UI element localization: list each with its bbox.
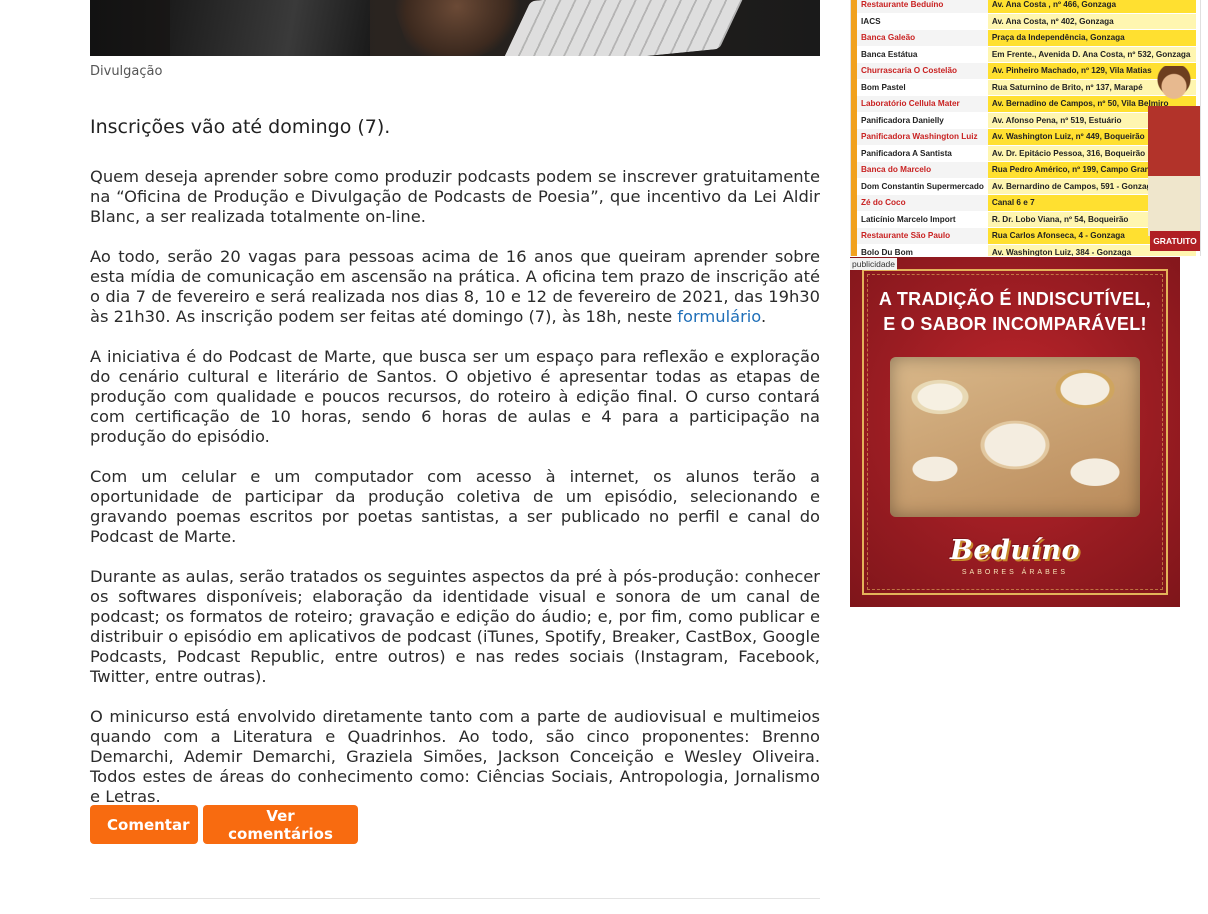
store-address: Praça da Independência, Gonzaga <box>987 29 1196 47</box>
ad-headline-line-2: E O SABOR INCOMPARÁVEL! <box>883 314 1147 334</box>
ad-headline: A TRADIÇÃO É INDISCUTÍVEL, E O SABOR INC… <box>850 287 1180 337</box>
hero-sleeve-shape <box>170 0 370 56</box>
beduino-logo-tagline: SABORES ÁRABES <box>961 569 1069 576</box>
store-name: Laboratório Cellula Mater <box>857 95 988 113</box>
store-list-table: Restaurante Beduíno Av. Ana Costa , nº 46… <box>857 0 1196 256</box>
ad-headline-line-1: A TRADIÇÃO É INDISCUTÍVEL, <box>878 289 1152 309</box>
store-name: Banca Estátua <box>857 46 988 63</box>
store-row: Panificadora Washington Luiz Av. Washingt… <box>857 128 1196 146</box>
store-name: Laticínio Marcelo Import <box>857 211 988 228</box>
article-paragraph: Com um celular e um computador com acess… <box>90 467 820 546</box>
store-name: Bom Pastel <box>857 79 988 96</box>
store-name: Dom Constantin Supermercado <box>857 178 988 195</box>
section-divider <box>90 898 820 899</box>
store-name: Zé do Coco <box>857 194 988 212</box>
food-platter-image <box>890 357 1140 517</box>
article-paragraph: A iniciativa é do Podcast de Marte, que … <box>90 347 820 446</box>
store-row: IACS Av. Ana Costa, nº 402, Gonzaga <box>857 13 1196 30</box>
store-row: Bolo Du Bom Av. Washington Luiz, 384 - Go… <box>857 244 1196 256</box>
store-name: Bolo Du Bom <box>857 244 988 256</box>
free-badge: GRATUITO <box>1150 231 1200 251</box>
store-row: Banca do Marcelo Rua Pedro Américo, nº 19… <box>857 161 1196 179</box>
image-caption: Divulgação <box>90 64 163 79</box>
beduino-ad[interactable]: A TRADIÇÃO É INDISCUTÍVEL, E O SABOR INC… <box>850 257 1180 607</box>
form-link[interactable]: formulário <box>677 307 761 326</box>
store-address: Em Frente., Avenida D. Ana Costa, nº 532… <box>987 46 1196 63</box>
article-body: Quem deseja aprender sobre como produzir… <box>90 167 820 827</box>
store-row: Panificadora A Santista Av. Dr. Epitácio … <box>857 145 1196 162</box>
store-row: Dom Constantin Supermercado Av. Bernardin… <box>857 178 1196 195</box>
store-row: Banca Galeão Praça da Independência, Gonz… <box>857 29 1196 47</box>
store-address: Av. Ana Costa , nº 466, Gonzaga <box>987 0 1196 14</box>
ad-label: publicidade <box>850 258 898 270</box>
article-paragraph: Ao todo, serão 20 vagas para pessoas aci… <box>90 247 820 327</box>
store-name: Banca Galeão <box>857 29 988 47</box>
store-row: Churrascaria O Costelão Av. Pinheiro Mach… <box>857 62 1196 80</box>
article-paragraph: O minicurso está envolvido diretamente t… <box>90 707 820 806</box>
hero-keyboard-shape <box>497 0 753 56</box>
store-address: Av. Ana Costa, nº 402, Gonzaga <box>987 13 1196 30</box>
store-name: Restaurante São Paulo <box>857 227 988 245</box>
store-name: Banca do Marcelo <box>857 161 988 179</box>
store-name: Panificadora A Santista <box>857 145 988 162</box>
article-paragraph: Durante as aulas, serão tratados os segu… <box>90 567 820 686</box>
store-row: Banca Estátua Em Frente., Avenida D. Ana … <box>857 46 1196 63</box>
article-paragraph-end: . <box>760 307 767 326</box>
store-name: IACS <box>857 13 988 30</box>
article-subtitle: Inscrições vão até domingo (7). <box>90 116 391 138</box>
mascot-figure-image <box>1148 66 1200 236</box>
store-row: Laboratório Cellula Mater Av. Bernadino d… <box>857 95 1196 113</box>
store-row: Laticínio Marcelo Import R. Dr. Lobo Vian… <box>857 211 1196 228</box>
store-row: Restaurante São Paulo Rua Carlos Afonseca… <box>857 227 1196 245</box>
store-row: Restaurante Beduíno Av. Ana Costa , nº 46… <box>857 0 1196 14</box>
store-name: Churrascaria O Costelão <box>857 62 988 80</box>
store-row: Bom Pastel Rua Saturnino de Brito, nº 137… <box>857 79 1196 96</box>
store-name: Restaurante Beduíno <box>857 0 988 14</box>
comment-button[interactable]: Comentar <box>90 805 198 844</box>
store-row: Zé do Coco Canal 6 e 7 <box>857 194 1196 212</box>
store-row: Panificadora Danielly Av. Afonso Pena, nº… <box>857 112 1196 129</box>
store-name: Panificadora Washington Luiz <box>857 128 988 146</box>
store-list-ad[interactable]: Restaurante Beduíno Av. Ana Costa , nº 46… <box>850 0 1201 256</box>
store-name: Panificadora Danielly <box>857 112 988 129</box>
article-hero-image <box>90 0 820 56</box>
beduino-logo: Beduíno <box>950 535 1080 566</box>
view-comments-button[interactable]: Ver comentários <box>203 805 358 844</box>
article-paragraph: Quem deseja aprender sobre como produzir… <box>90 167 820 226</box>
